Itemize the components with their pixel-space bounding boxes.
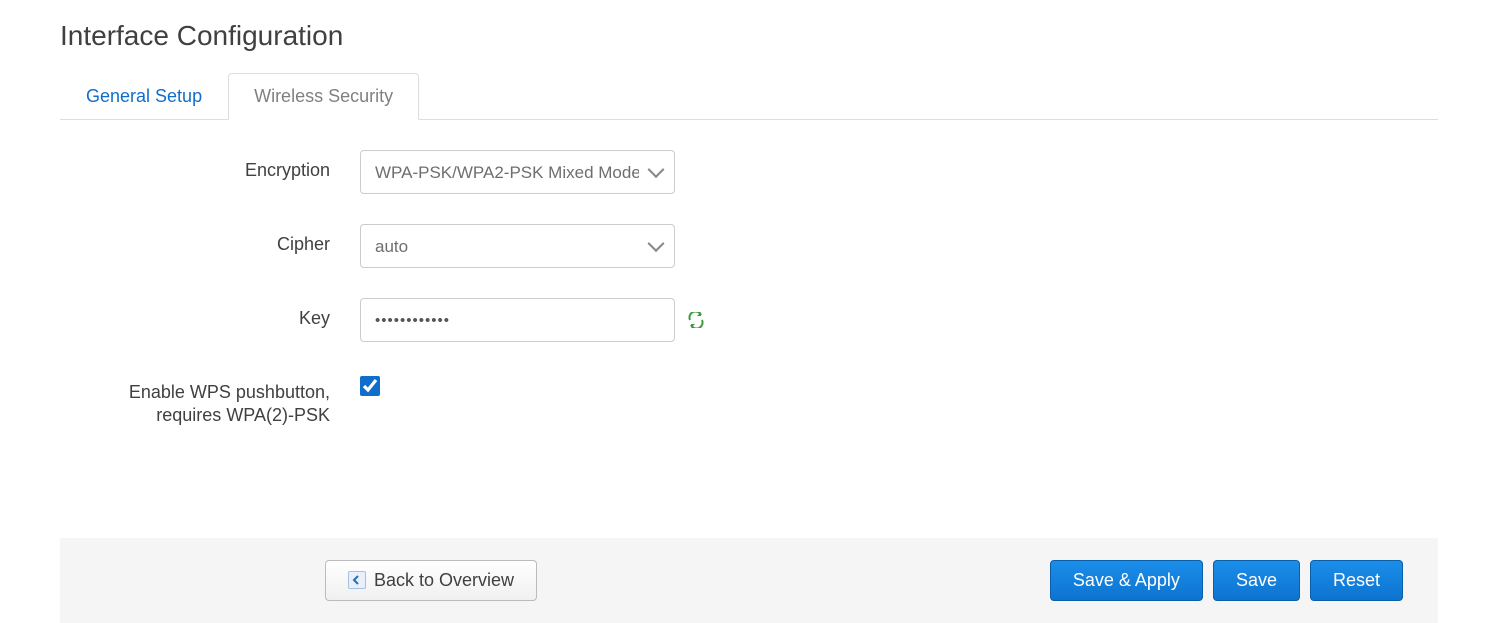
refresh-icon[interactable]: [687, 311, 705, 329]
tab-general-setup[interactable]: General Setup: [60, 73, 228, 120]
form-area: Encryption WPA-PSK/WPA2-PSK Mixed Mode C…: [60, 150, 1438, 498]
row-key: Key: [60, 298, 1438, 342]
key-input[interactable]: [360, 298, 675, 342]
page-title: Interface Configuration: [60, 20, 1438, 52]
label-encryption: Encryption: [60, 150, 360, 182]
reset-button[interactable]: Reset: [1310, 560, 1403, 601]
encryption-select[interactable]: WPA-PSK/WPA2-PSK Mixed Mode: [360, 150, 675, 194]
footer-bar: Back to Overview Save & Apply Save Reset: [60, 538, 1438, 623]
label-cipher: Cipher: [60, 224, 360, 256]
wps-checkbox[interactable]: [360, 376, 380, 396]
back-arrow-icon: [348, 571, 366, 589]
row-encryption: Encryption WPA-PSK/WPA2-PSK Mixed Mode: [60, 150, 1438, 194]
tab-wireless-security[interactable]: Wireless Security: [228, 73, 419, 120]
tabs: General Setup Wireless Security: [60, 72, 1438, 120]
row-wps: Enable WPS pushbutton, requires WPA(2)-P…: [60, 372, 1438, 428]
label-wps: Enable WPS pushbutton, requires WPA(2)-P…: [60, 372, 360, 428]
back-to-overview-button[interactable]: Back to Overview: [325, 560, 537, 601]
save-button[interactable]: Save: [1213, 560, 1300, 601]
back-button-label: Back to Overview: [374, 570, 514, 591]
label-key: Key: [60, 298, 360, 330]
row-cipher: Cipher auto: [60, 224, 1438, 268]
save-apply-button[interactable]: Save & Apply: [1050, 560, 1203, 601]
cipher-select[interactable]: auto: [360, 224, 675, 268]
